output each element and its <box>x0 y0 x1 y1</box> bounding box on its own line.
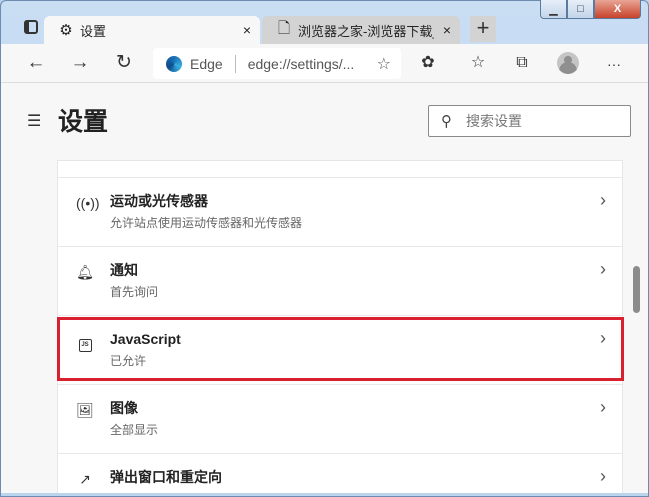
search-input[interactable]: ⚲ 搜索设置 <box>428 105 631 137</box>
avatar[interactable] <box>557 52 579 74</box>
chevron-right-icon: › <box>600 190 606 210</box>
favorites-icon[interactable]: ☆ <box>465 51 491 75</box>
chevron-right-icon: › <box>600 397 606 417</box>
address-bar[interactable]: Edge edge://settings/... ☆ <box>153 48 401 79</box>
row-title: 通知 <box>110 262 138 278</box>
page-title: 设置 <box>58 108 109 136</box>
js-icon: JS <box>76 333 94 352</box>
window-controls: ▁ □ X <box>540 0 641 20</box>
row-subtitle: 全部显示 <box>110 423 159 437</box>
new-tab-button[interactable]: + <box>470 16 496 42</box>
row-javascript[interactable]: JS JavaScript 已允许 › <box>58 315 622 384</box>
site-label: Edge <box>190 55 223 72</box>
tab-settings[interactable]: ⚙ 设置 × <box>44 16 260 44</box>
settings-card: ((•)) 运动或光传感器 允许站点使用运动传感器和光传感器 › 🔔︎ 通知 首… <box>57 160 623 493</box>
search-icon: ⚲ <box>441 113 452 130</box>
row-popups[interactable]: ↗ 弹出窗口和重定向 › <box>58 453 622 494</box>
popup-icon: ↗ <box>79 471 91 487</box>
js-icon-text: JS <box>78 339 92 352</box>
row-images[interactable]: 🖼︎ 图像 全部显示 › <box>58 384 622 453</box>
add-favorite-icon[interactable]: ☆ <box>377 54 391 74</box>
settings-page: ☰ 设置 ⚲ 搜索设置 ((•)) 运动或光传感器 允许站点使用运动传感器和光传… <box>1 83 648 493</box>
chevron-right-icon: › <box>600 259 606 279</box>
edge-logo-icon <box>166 55 182 72</box>
row-sensors[interactable]: ((•)) 运动或光传感器 允许站点使用运动传感器和光传感器 › <box>58 177 622 246</box>
forward-button[interactable]: → <box>67 51 93 75</box>
search-placeholder: 搜索设置 <box>466 113 522 129</box>
back-button[interactable]: ← <box>23 51 49 75</box>
bell-icon: 🔔︎ <box>76 264 94 280</box>
row-subtitle: 首先询问 <box>110 285 159 299</box>
page-icon: 🗋 <box>277 19 291 37</box>
collections-icon[interactable]: ⧉ <box>509 51 535 75</box>
extensions-icon[interactable]: ✿ <box>415 51 441 75</box>
minimize-button[interactable]: ▁ <box>540 0 567 19</box>
scrollbar-thumb[interactable] <box>633 266 640 313</box>
row-subtitle: 允许站点使用运动传感器和光传感器 <box>110 216 303 230</box>
chevron-right-icon: › <box>600 466 606 486</box>
tab-label: 设置 <box>80 23 107 39</box>
row-title: 运动或光传感器 <box>110 193 208 209</box>
close-window-button[interactable]: X <box>594 0 641 19</box>
divider <box>234 54 236 73</box>
sensor-icon: ((•)) <box>76 195 100 211</box>
image-icon: 🖼︎ <box>76 402 94 418</box>
row-title: 图像 <box>110 400 138 416</box>
refresh-button[interactable]: ↻ <box>111 51 137 75</box>
close-tab-button[interactable]: × <box>434 22 460 38</box>
row-subtitle: 已允许 <box>110 354 147 368</box>
tab-label: 浏览器之家-浏览器下载_浏 <box>298 23 434 39</box>
row-notifications[interactable]: 🔔︎ 通知 首先询问 › <box>58 246 622 315</box>
chevron-right-icon: › <box>600 328 606 348</box>
maximize-button[interactable]: □ <box>567 0 594 19</box>
tab-actions-icon[interactable] <box>24 20 38 34</box>
gear-icon: ⚙ <box>59 22 73 39</box>
url-text: edge://settings/... <box>247 55 355 72</box>
tab-browser-home[interactable]: 🗋 浏览器之家-浏览器下载_浏 × <box>262 16 460 44</box>
toolbar: ← → ↻ Edge edge://settings/... ☆ ✿ ☆ ⧉ ·… <box>1 44 648 83</box>
menu-icon[interactable]: ☰ <box>27 113 43 131</box>
row-title: 弹出窗口和重定向 <box>110 469 222 485</box>
row-title: JavaScript <box>110 331 181 347</box>
close-tab-button[interactable]: × <box>234 22 260 38</box>
more-button[interactable]: ··· <box>601 52 627 76</box>
